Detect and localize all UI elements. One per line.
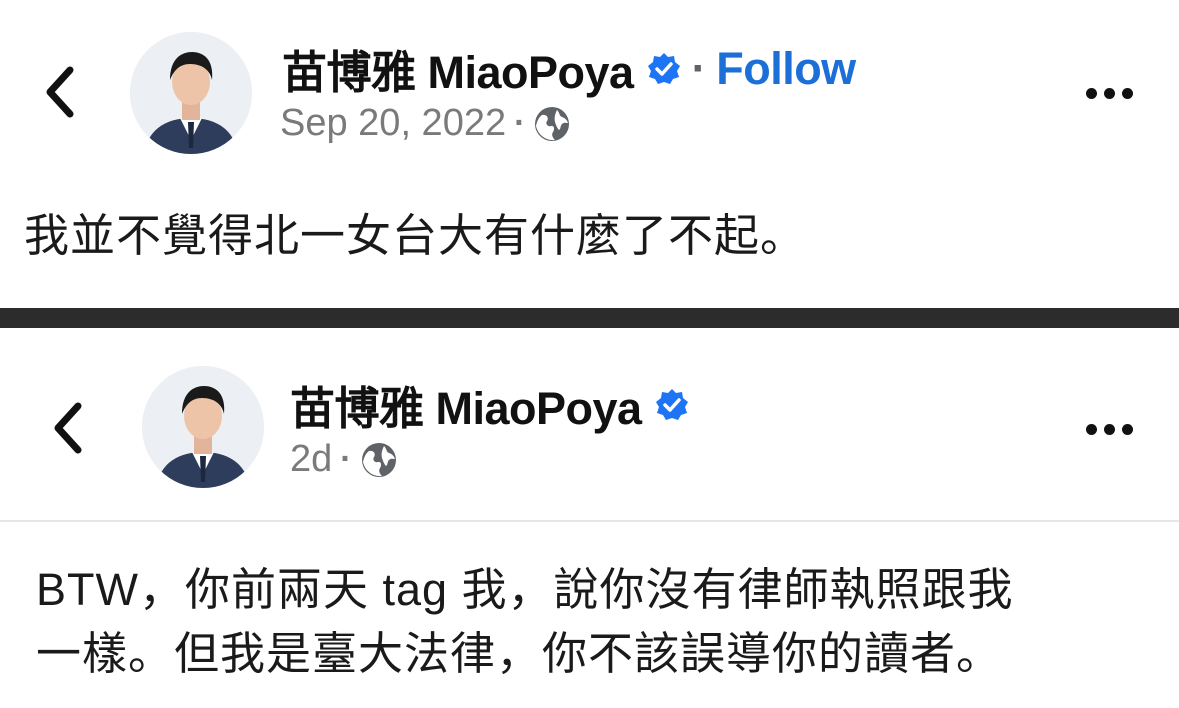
chevron-left-icon — [54, 402, 82, 454]
post-header: 苗博雅 MiaoPoya — [290, 372, 690, 437]
post-header: 苗博雅 MiaoPoya · Follow — [282, 36, 856, 101]
ellipsis-dot — [1086, 424, 1097, 435]
ellipsis-dot — [1086, 88, 1097, 99]
post-meta: Sep 20, 2022 · — [280, 102, 571, 145]
chevron-left-icon — [46, 66, 74, 118]
post-body-line: 我並不覺得北一女台大有什麼了不起。 — [24, 210, 807, 261]
post-body-line: 一樣。但我是臺大法律，你不該誤導你的讀者。 — [36, 628, 1003, 679]
meta-separator: · — [340, 440, 352, 478]
header-divider — [0, 520, 1179, 522]
post-card-1: 苗博雅 MiaoPoya · Follow Sep 20, 2022 · 我並不… — [0, 0, 1179, 308]
verified-badge-icon — [654, 387, 690, 423]
globe-icon[interactable] — [533, 105, 571, 143]
ellipsis-dot — [1122, 88, 1133, 99]
avatar[interactable] — [130, 32, 252, 154]
meta-separator: · — [514, 104, 526, 142]
post-body-line: BTW，你前兩天 tag 我，說你沒有律師執照跟我 — [36, 564, 1014, 615]
author-name[interactable]: 苗博雅 MiaoPoya — [290, 372, 642, 437]
post-card-2: 苗博雅 MiaoPoya 2d · BTW，你前兩天 tag 我，說你沒有律師執… — [0, 328, 1179, 708]
globe-icon[interactable] — [360, 441, 398, 479]
verified-badge-icon — [646, 51, 682, 87]
profile-photo — [130, 32, 252, 154]
post-body: 我並不覺得北一女台大有什麼了不起。 — [24, 204, 806, 268]
post-timestamp[interactable]: Sep 20, 2022 — [280, 102, 506, 145]
separator-dot: · — [691, 43, 707, 93]
post-divider — [0, 308, 1179, 328]
more-options-button[interactable] — [1086, 82, 1138, 106]
ellipsis-dot — [1122, 424, 1133, 435]
ellipsis-dot — [1104, 424, 1115, 435]
post-timestamp[interactable]: 2d — [290, 438, 332, 481]
ellipsis-dot — [1104, 88, 1115, 99]
post-meta: 2d · — [290, 438, 398, 481]
avatar[interactable] — [142, 366, 264, 488]
back-button[interactable] — [40, 62, 80, 122]
follow-button[interactable]: Follow — [716, 43, 856, 95]
back-button[interactable] — [48, 398, 88, 458]
more-options-button[interactable] — [1086, 418, 1138, 442]
profile-photo — [142, 366, 264, 488]
post-body: BTW，你前兩天 tag 我，說你沒有律師執照跟我 一樣。但我是臺大法律，你不該… — [36, 558, 1014, 686]
author-name[interactable]: 苗博雅 MiaoPoya — [282, 36, 634, 101]
